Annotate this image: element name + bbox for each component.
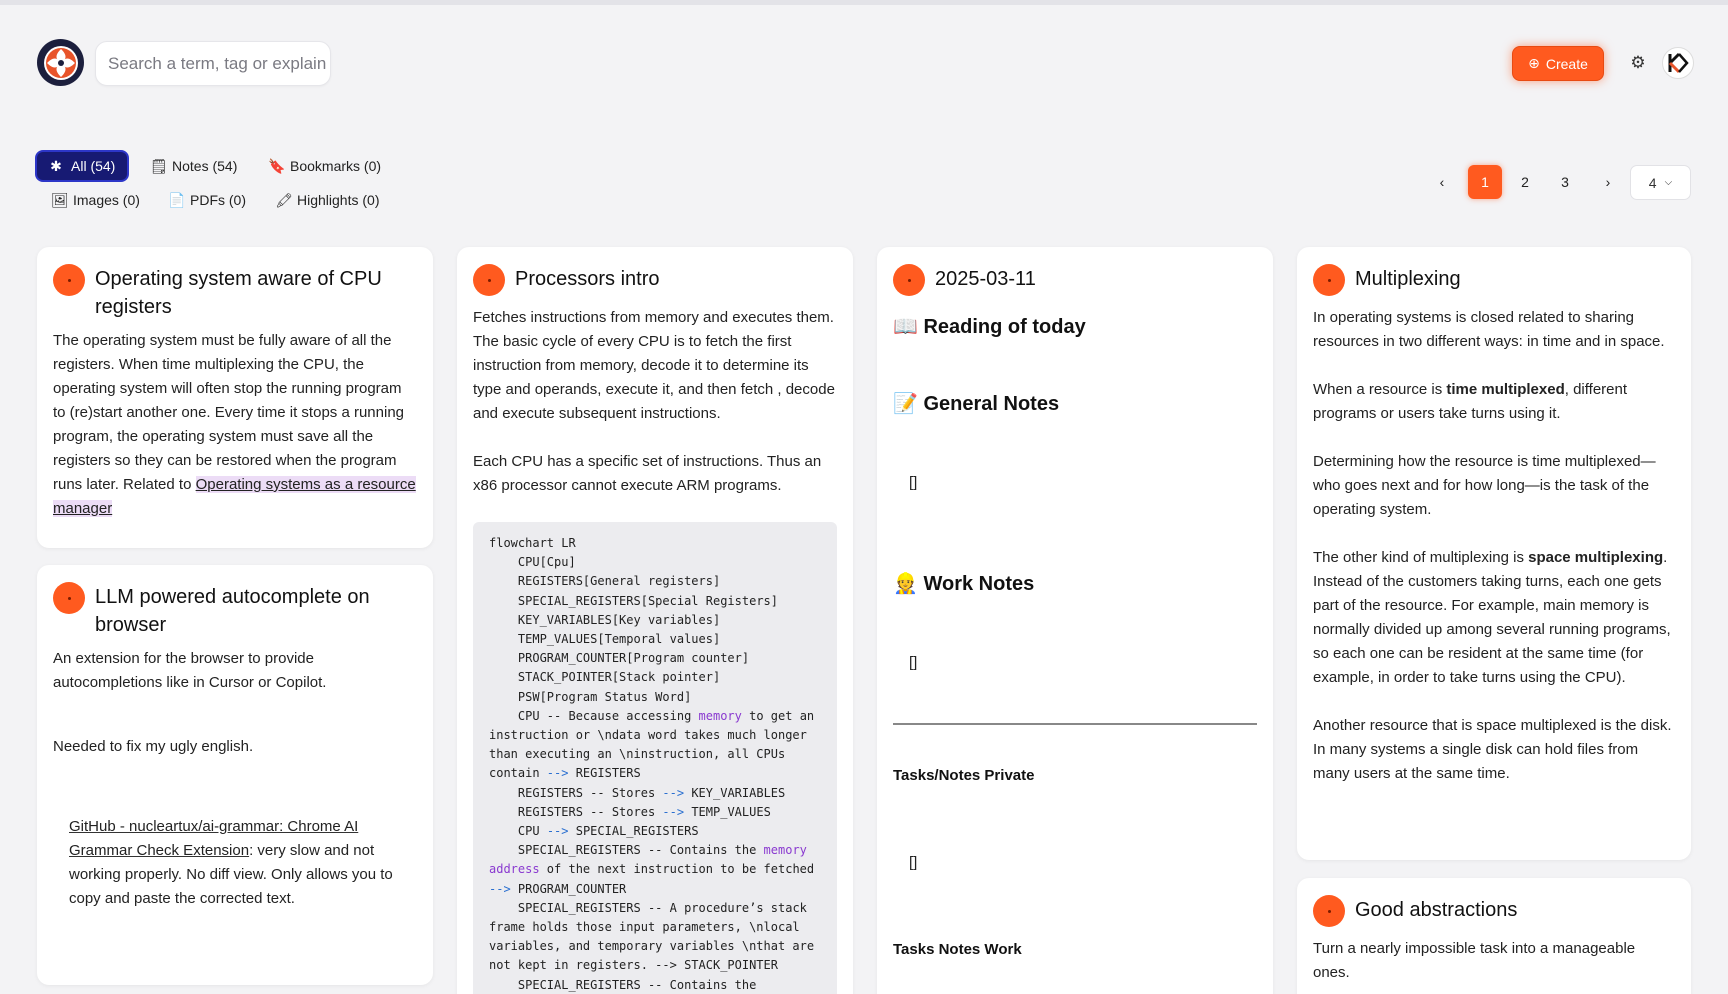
section-heading: 📖 Reading of today xyxy=(893,316,1086,338)
note-paragraph: Needed to fix my ugly english. xyxy=(53,738,254,755)
gear-icon[interactable]: ⚙ xyxy=(1627,52,1649,74)
section-heading: 📝 General Notes xyxy=(893,393,1060,415)
next-page-button[interactable]: › xyxy=(1596,165,1620,199)
note-body: Turn a nearly impossible task into a man… xyxy=(1313,937,1675,985)
note-title: 2025-03-11 xyxy=(935,268,1036,290)
search-input[interactable] xyxy=(108,53,328,74)
document-icon: 📄 xyxy=(168,191,186,208)
plus-circle-icon: ⊕ xyxy=(1528,55,1540,71)
create-button[interactable]: ⊕ Create xyxy=(1512,46,1604,81)
filter-notes[interactable]: 🗒 Notes (54) xyxy=(138,152,249,180)
chevron-left-icon: ‹ xyxy=(1439,174,1445,190)
filter-all[interactable]: ✱ All (54) xyxy=(37,152,128,180)
code-block: flowchart LR CPU[Cpu] REGISTERS[General … xyxy=(473,522,837,994)
avatar[interactable] xyxy=(1662,47,1694,79)
filter-pdfs-label: PDFs (0) xyxy=(190,192,246,208)
empty-list: [] xyxy=(909,654,918,671)
chevron-down-icon: ⌵ xyxy=(1664,177,1673,188)
note-title: Multiplexing xyxy=(1355,268,1461,290)
section-heading: 👷 Work Notes xyxy=(893,573,1035,595)
page-2-button[interactable]: 2 xyxy=(1508,165,1542,199)
avatar-logo-icon xyxy=(1668,52,1689,74)
bookmark-icon: 🔖 xyxy=(268,157,286,174)
note-card[interactable]: Operating system aware of CPU registers … xyxy=(37,247,433,548)
page-3-button[interactable]: 3 xyxy=(1548,165,1582,199)
note-paragraph: Fetches instructions from memory and exe… xyxy=(473,309,835,422)
filter-all-label: All (54) xyxy=(71,158,116,174)
note-paragraph: Turn a nearly impossible task into a man… xyxy=(1313,940,1636,981)
filter-highlights-label: Highlights (0) xyxy=(297,192,380,208)
image-icon: 🖼 xyxy=(51,191,69,208)
window-top-border xyxy=(0,0,1728,5)
note-paragraph: In operating systems is closed related t… xyxy=(1313,309,1665,350)
app-logo[interactable] xyxy=(37,39,84,86)
note-icon: 🗒 xyxy=(150,157,168,174)
filter-notes-label: Notes (54) xyxy=(172,158,238,174)
filter-bookmarks-label: Bookmarks (0) xyxy=(290,158,382,174)
filter-pdfs[interactable]: 📄 PDFs (0) xyxy=(156,186,258,214)
chevron-right-icon: › xyxy=(1605,174,1611,190)
note-title: Good abstractions xyxy=(1355,899,1518,921)
note-dot-icon xyxy=(893,264,925,296)
note-paragraph: An extension for the browser to provide … xyxy=(53,650,327,691)
filter-highlights[interactable]: 🖍 Highlights (0) xyxy=(263,186,391,214)
filter-images[interactable]: 🖼 Images (0) xyxy=(39,186,152,214)
note-card[interactable]: 2025-03-11 📖 Reading of today 📝 General … xyxy=(877,247,1273,994)
note-dot-icon xyxy=(1313,895,1345,927)
prev-page-button[interactable]: ‹ xyxy=(1430,165,1454,199)
empty-list: [] xyxy=(909,854,918,871)
filter-images-label: Images (0) xyxy=(73,192,140,208)
create-label: Create xyxy=(1545,55,1588,72)
note-body: In operating systems is closed related t… xyxy=(1313,306,1675,786)
note-card[interactable]: Processors intro Fetches instructions fr… xyxy=(457,247,853,994)
note-title: LLM powered autocomplete on browser xyxy=(95,586,370,636)
note-body: Fetches instructions from memory and exe… xyxy=(473,306,837,498)
note-body: The operating system must be fully aware… xyxy=(53,329,417,521)
note-paragraph: Determining how the resource is time mul… xyxy=(1313,453,1656,518)
note-paragraph: Each CPU has a specific set of instructi… xyxy=(473,453,822,494)
filter-bookmarks[interactable]: 🔖 Bookmarks (0) xyxy=(256,152,393,180)
note-title: Operating system aware of CPU registers xyxy=(95,268,382,318)
highlighter-icon: 🖍 xyxy=(275,191,293,208)
note-paragraph: The other kind of multiplexing is space … xyxy=(1313,549,1671,686)
note-card[interactable]: Good abstractions Turn a nearly impossib… xyxy=(1297,878,1691,994)
empty-list: [] xyxy=(909,474,918,491)
section-heading: Tasks Notes Work xyxy=(893,941,1022,958)
note-text: The operating system must be fully aware… xyxy=(53,332,404,493)
note-dot-icon xyxy=(53,582,85,614)
note-dot-icon xyxy=(53,264,85,296)
note-dot-icon xyxy=(473,264,505,296)
asterisk-icon: ✱ xyxy=(50,157,62,174)
note-title: Processors intro xyxy=(515,268,660,290)
note-card[interactable]: LLM powered autocomplete on browser An e… xyxy=(37,565,433,985)
note-dot-icon xyxy=(1313,264,1345,296)
note-body: An extension for the browser to provide … xyxy=(53,647,417,911)
page-size-select[interactable]: 4 ⌵ xyxy=(1630,165,1691,200)
section-heading: Tasks/Notes Private xyxy=(893,767,1035,784)
divider xyxy=(893,723,1257,725)
logo-icon xyxy=(43,45,78,80)
note-paragraph: Another resource that is space multiplex… xyxy=(1313,717,1672,782)
search-bar[interactable] xyxy=(95,41,331,86)
note-paragraph: When a resource is time multiplexed, dif… xyxy=(1313,381,1628,422)
page-size-value: 4 xyxy=(1648,174,1657,191)
note-card[interactable]: Multiplexing In operating systems is clo… xyxy=(1297,247,1691,860)
page-1-button[interactable]: 1 xyxy=(1468,165,1502,199)
